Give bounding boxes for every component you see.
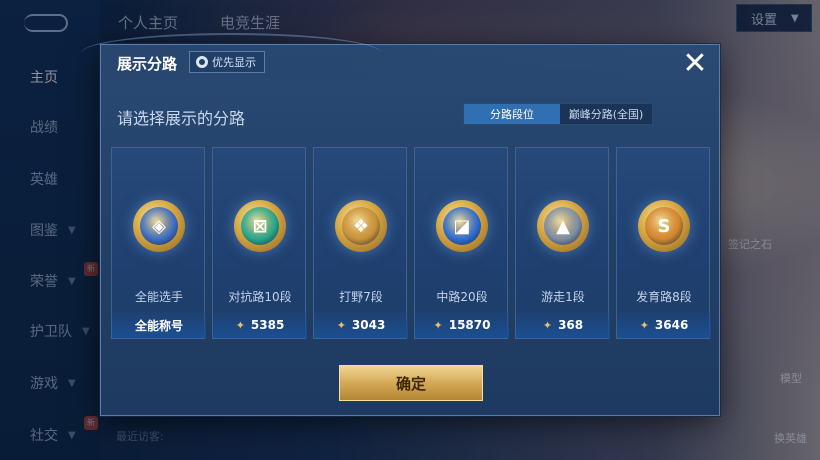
lane-name: 全能选手: [134, 290, 183, 304]
lane-card[interactable]: ❖ 打野7段 ✦ 3043: [313, 147, 408, 339]
lane-card[interactable]: ⊠ 对抗路10段 ✦ 5385: [212, 147, 307, 339]
badge-emblem: ❖: [342, 207, 380, 245]
tab-lane-rank[interactable]: 分路段位: [464, 104, 560, 124]
lane-points: 15870: [448, 318, 491, 332]
badge-emblem: S: [645, 207, 683, 245]
lane-card-list: ◈ 全能选手全能称号 ⊠ 对抗路10段 ✦ 5385 ❖ 打野7段 ✦ 3043 ◪ 中路20段 ✦ 15…: [111, 147, 711, 339]
gear-icon: [196, 56, 208, 68]
close-icon[interactable]: ✕: [679, 49, 711, 81]
lane-display-dialog: 展示分路 优先显示 ✕ 请选择展示的分路 分路段位 巅峰分路(全国) ◈ 全能选手…: [81, 33, 721, 416]
lane-card[interactable]: ▲ 游走1段 ✦ 368: [515, 147, 610, 339]
priority-display-button[interactable]: 优先显示: [189, 51, 265, 73]
lane-name: 对抗路10段: [228, 290, 292, 304]
lane-rank-badge-icon: ◪: [436, 200, 488, 252]
dialog-header: 展示分路 优先显示: [81, 33, 721, 79]
lane-points: 全能称号: [134, 318, 183, 333]
lane-name: 游走1段: [541, 290, 585, 304]
lane-card[interactable]: ◈ 全能选手全能称号: [111, 147, 206, 339]
rank-star-icon: ✦: [433, 318, 443, 332]
lane-points: 5385: [250, 318, 285, 332]
rank-star-icon: ✦: [336, 318, 346, 332]
lane-card-footer: ✦ 15870: [415, 312, 509, 338]
lane-rank-badge-icon: ▲: [537, 200, 589, 252]
lane-card[interactable]: ◪ 中路20段 ✦ 15870: [414, 147, 509, 339]
lane-card-footer: 全能称号: [112, 312, 206, 338]
badge-emblem: ⊠: [241, 207, 279, 245]
lane-rank-badge-icon: ◈: [133, 200, 185, 252]
lane-rank-badge-icon: ❖: [335, 200, 387, 252]
rank-star-icon: ✦: [542, 318, 553, 332]
dialog-subtitle: 请选择展示的分路: [117, 109, 246, 128]
lane-name: 中路20段: [436, 290, 488, 304]
badge-emblem: ▲: [544, 207, 582, 245]
lane-points: 368: [558, 318, 584, 332]
lane-rank-badge-icon: ⊠: [234, 200, 286, 252]
badge-emblem: ◈: [140, 207, 178, 245]
lane-points: 3646: [654, 318, 689, 332]
dialog-title: 展示分路: [117, 55, 178, 73]
lane-card-footer: ✦ 3043: [314, 312, 408, 338]
confirm-button[interactable]: 确定: [339, 365, 483, 401]
lane-card-footer: ✦ 3646: [617, 312, 711, 338]
priority-display-label: 优先显示: [212, 56, 256, 69]
lane-card[interactable]: S 发育路8段 ✦ 3646: [616, 147, 711, 339]
lane-name: 发育路8段: [636, 290, 692, 304]
lane-card-footer: ✦ 368: [516, 312, 610, 338]
lane-name: 打野7段: [339, 290, 383, 304]
lane-rank-badge-icon: S: [638, 200, 690, 252]
tab-peak-lane[interactable]: 巅峰分路(全国): [560, 104, 652, 124]
badge-emblem: ◪: [443, 207, 481, 245]
lane-points: 3043: [351, 318, 386, 332]
rank-star-icon: ✦: [235, 318, 245, 332]
rank-star-icon: ✦: [639, 318, 649, 332]
lane-card-footer: ✦ 5385: [213, 312, 307, 338]
lane-mode-tabs: 分路段位 巅峰分路(全国): [463, 103, 653, 125]
